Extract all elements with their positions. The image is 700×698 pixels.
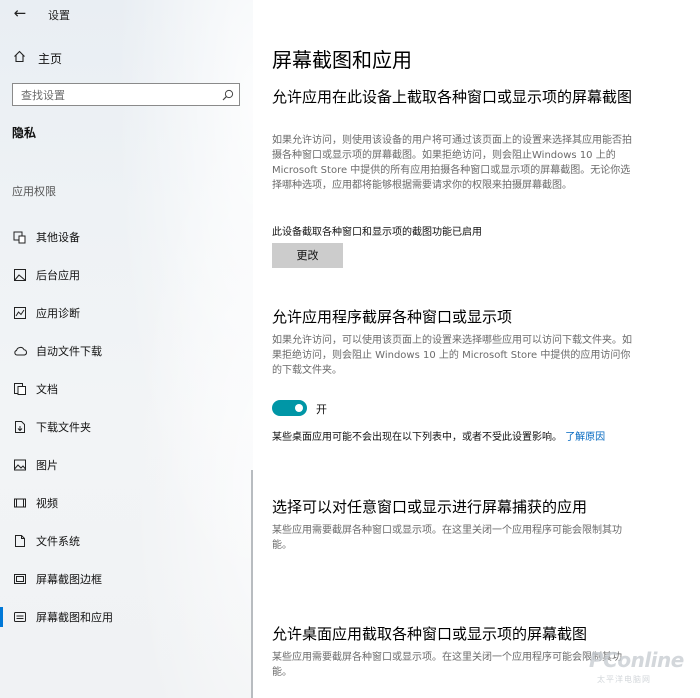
toggle-state-label: 开 (316, 403, 327, 416)
sidebar-item-label: 屏幕截图边框 (36, 573, 102, 586)
pictures-icon (0, 458, 36, 472)
sidebar-nav: 其他设备 后台应用 应用诊断 自动文件下载 文档 下载文件夹 图片 视频 文件系… (0, 218, 253, 636)
sidebar-item-auto-file-download[interactable]: 自动文件下载 (0, 332, 253, 370)
learn-why-link[interactable]: 了解原因 (565, 432, 605, 443)
sidebar-item-label: 下载文件夹 (36, 421, 91, 434)
search-placeholder: 查找设置 (21, 88, 65, 102)
section-heading-allow-app-screenshots: 允许应用程序截屏各种窗口或显示项 (272, 308, 513, 326)
cloud-icon (0, 345, 36, 357)
sidebar-item-other-devices[interactable]: 其他设备 (0, 218, 253, 256)
sidebar-item-app-diagnostics[interactable]: 应用诊断 (0, 294, 253, 332)
sidebar-item-label: 应用诊断 (36, 307, 80, 320)
file-system-icon (0, 534, 36, 548)
main-content: 屏幕截图和应用 允许应用在此设备上截取各种窗口或显示项的屏幕截图 如果允许访问，… (253, 0, 700, 698)
sidebar-item-home[interactable]: 主页 (0, 44, 253, 72)
sidebar-item-label: 文件系统 (36, 535, 80, 548)
status-text: 此设备截取各种窗口和显示项的截图功能已启用 (272, 227, 482, 238)
background-apps-icon (0, 268, 36, 282)
screenshot-toggle[interactable] (272, 400, 307, 416)
toggle-knob (295, 404, 303, 412)
home-label: 主页 (38, 51, 63, 66)
window-title: 设置 (48, 9, 70, 22)
desktop-apps-note: 某些桌面应用可能不会出现在以下列表中，或者不受此设置影响。 了解原因 (272, 430, 634, 445)
section-heading-allow-desktop-apps: 允许桌面应用截取各种窗口或显示项的屏幕截图 (272, 625, 588, 643)
watermark-logo: PConline (589, 648, 684, 672)
back-arrow-icon[interactable]: ← (8, 2, 32, 24)
sidebar-item-label: 视频 (36, 497, 58, 510)
home-icon (0, 50, 38, 67)
change-button[interactable]: 更改 (272, 243, 343, 268)
screenshot-border-icon (0, 572, 36, 586)
sidebar-item-documents[interactable]: 文档 (0, 370, 253, 408)
page-title: 屏幕截图和应用 (272, 48, 412, 72)
search-icon[interactable] (217, 84, 239, 105)
section-description: 如果允许访问，可以使用该页面上的设置来选择哪些应用可以访问下载文件夹。如果拒绝访… (272, 335, 632, 376)
section-description: 某些应用需要截屏各种窗口或显示项。在这里关闭一个应用程序可能会限制其功能。 (272, 652, 622, 678)
section-heading-allow-screenshots: 允许应用在此设备上截取各种窗口或显示项的屏幕截图 (272, 88, 633, 106)
section-heading-choose-apps: 选择可以对任意窗口或显示进行屏幕捕获的应用 (272, 498, 588, 516)
sidebar-item-pictures[interactable]: 图片 (0, 446, 253, 484)
sidebar-item-label: 屏幕截图和应用 (36, 611, 113, 624)
sidebar-item-label: 自动文件下载 (36, 345, 102, 358)
sidebar-item-screenshot-borders[interactable]: 屏幕截图边框 (0, 560, 253, 598)
note-text: 某些桌面应用可能不会出现在以下列表中，或者不受此设置影响。 (272, 432, 562, 443)
other-devices-icon (0, 230, 36, 244)
section-description: 某些应用需要截屏各种窗口或显示项。在这里关闭一个应用程序可能会限制其功能。 (272, 525, 622, 551)
sidebar-item-download-folder[interactable]: 下载文件夹 (0, 408, 253, 446)
screenshot-apps-icon (0, 610, 36, 624)
videos-icon (0, 496, 36, 510)
sidebar-item-videos[interactable]: 视频 (0, 484, 253, 522)
section-description: 如果允许访问，则使用该设备的用户将可通过该页面上的设置来选择其应用能否拍摄各种窗… (272, 135, 632, 191)
sidebar-item-label: 图片 (36, 459, 58, 472)
sidebar-item-file-system[interactable]: 文件系统 (0, 522, 253, 560)
search-input[interactable]: 查找设置 (12, 83, 240, 106)
watermark-subtext: 太平洋电脑网 (597, 675, 651, 684)
active-indicator (0, 607, 3, 627)
app-diagnostics-icon (0, 306, 36, 320)
group-title-app-permissions: 应用权限 (12, 185, 56, 198)
sidebar-item-label: 其他设备 (36, 231, 80, 244)
sidebar-item-background-apps[interactable]: 后台应用 (0, 256, 253, 294)
section-title-privacy: 隐私 (12, 126, 37, 140)
sidebar-item-screenshots-and-apps[interactable]: 屏幕截图和应用 (0, 598, 253, 636)
sidebar-item-label: 后台应用 (36, 269, 80, 282)
sidebar-item-label: 文档 (36, 383, 58, 396)
documents-icon (0, 382, 36, 396)
sidebar: ← 设置 主页 查找设置 隐私 应用权限 其他设备 后台应用 应用诊断 自动文件… (0, 0, 253, 698)
download-folder-icon (0, 420, 36, 434)
